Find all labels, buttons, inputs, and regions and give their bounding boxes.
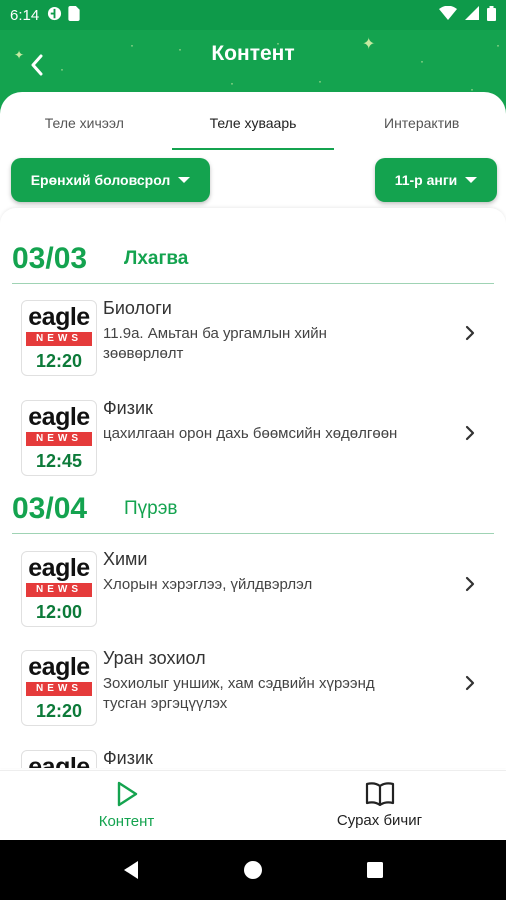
- filters: Ерөнхий боловсрол 11-р анги: [0, 158, 506, 204]
- play-icon: [117, 781, 137, 807]
- level-dropdown[interactable]: Ерөнхий боловсрол: [11, 158, 210, 202]
- subject-name: Уран зохиол: [103, 648, 206, 668]
- day-weekday: Пүрэв: [124, 497, 178, 519]
- back-triangle-icon: [124, 861, 138, 879]
- bottom-nav: Контент Сурах бичиг: [0, 770, 506, 840]
- day-weekday: Лхагва: [124, 247, 189, 269]
- chevron-right-icon: [465, 425, 475, 441]
- system-recents-button[interactable]: [360, 855, 390, 885]
- list-item[interactable]: eagle NEWS 12:45 Физик цахилгаан орон да…: [0, 388, 506, 484]
- level-dropdown-label: Ерөнхий боловсрол: [30, 172, 171, 188]
- logo-word: eagle: [28, 554, 90, 582]
- tab-bar: Теле хичээл Теле хуваарь Интерактив: [0, 92, 506, 150]
- chevron-down-icon: [465, 177, 478, 183]
- battery-icon: [487, 5, 496, 25]
- lesson-topic: 11.9а. Амьтан ба ургамлын хийн зөөвөрлөл…: [103, 325, 327, 362]
- chevron-right-icon: [465, 576, 475, 592]
- status-time: 6:14: [10, 6, 40, 24]
- status-bar: 6:14: [0, 0, 506, 30]
- system-nav-bar: [0, 840, 506, 900]
- nav-textbook[interactable]: Сурах бичиг: [253, 771, 506, 840]
- chevron-right-icon: [465, 675, 475, 691]
- subject-name: Биологи: [103, 298, 172, 318]
- sim-card-icon: [68, 5, 80, 25]
- chevron-down-icon: [178, 177, 191, 183]
- lesson-topic: цахилгаан орон дахь бөөмсийн хөдөлгөөн: [103, 425, 398, 442]
- nav-content[interactable]: Контент: [0, 771, 253, 840]
- logo-word: eagle: [28, 653, 90, 681]
- logo-band: NEWS: [26, 583, 92, 597]
- grade-dropdown[interactable]: 11-р анги: [375, 158, 497, 202]
- eagle-news-thumbnail: eagle NEWS: [21, 750, 97, 768]
- list-item[interactable]: eagle NEWS Физик: [0, 738, 506, 768]
- subject-name: Хими: [103, 549, 148, 569]
- system-home-button[interactable]: [238, 855, 268, 885]
- signal-icon: [465, 6, 479, 24]
- tab-tele-lesson[interactable]: Теле хичээл: [0, 92, 169, 150]
- list-item[interactable]: eagle NEWS 12:20 Биологи 11.9а. Амьтан б…: [0, 288, 506, 384]
- day-header: 03/04 Пүрэв: [12, 484, 494, 534]
- list-item[interactable]: eagle NEWS 12:20 Уран зохиол Зохиолыг ун…: [0, 638, 506, 734]
- system-back-button[interactable]: [116, 855, 146, 885]
- broadcast-time: 12:00: [35, 602, 83, 622]
- logo-word: eagle: [28, 303, 90, 331]
- tab-interactive[interactable]: Интерактив: [337, 92, 506, 150]
- broadcast-time: 12:20: [35, 351, 83, 371]
- eagle-news-thumbnail: eagle NEWS 12:00: [21, 551, 97, 627]
- logo-word: eagle: [28, 753, 90, 768]
- recents-square-icon: [367, 862, 383, 878]
- app-notification-icon: [47, 6, 62, 25]
- subject-name: Физик: [103, 398, 153, 418]
- day-date: 03/03: [12, 241, 88, 275]
- page-title: Контент: [211, 42, 295, 65]
- list-item[interactable]: eagle NEWS 12:00 Хими Хлорын хэрэглээ, ү…: [0, 539, 506, 635]
- wifi-icon: [439, 5, 457, 24]
- day-date: 03/04: [12, 491, 88, 525]
- grade-dropdown-label: 11-р анги: [394, 172, 458, 188]
- eagle-news-thumbnail: eagle NEWS 12:20: [21, 650, 97, 726]
- eagle-news-thumbnail: eagle NEWS 12:20: [21, 300, 97, 376]
- logo-band: NEWS: [26, 432, 92, 446]
- nav-textbook-label: Сурах бичиг: [336, 812, 423, 829]
- broadcast-time: 12:20: [35, 701, 83, 721]
- eagle-news-thumbnail: eagle NEWS 12:45: [21, 400, 97, 476]
- logo-band: NEWS: [26, 682, 92, 696]
- tab-tele-schedule[interactable]: Теле хуваарь: [169, 92, 338, 150]
- logo-word: eagle: [28, 403, 90, 431]
- lesson-topic: Зохиолыг уншиж, хам сэдвийн хүрээнд тусг…: [103, 675, 375, 712]
- chevron-right-icon: [465, 325, 475, 341]
- lesson-topic: Хлорын хэрэглээ, үйлдвэрлэл: [103, 576, 313, 593]
- schedule-list[interactable]: 03/03 Лхагва eagle NEWS 12:20 Биологи 11…: [0, 208, 506, 768]
- subject-name: Физик: [103, 748, 153, 768]
- day-header: 03/03 Лхагва: [12, 234, 494, 284]
- broadcast-time: 12:45: [35, 451, 83, 471]
- home-circle-icon: [244, 861, 262, 879]
- logo-band: NEWS: [26, 332, 92, 346]
- nav-content-label: Контент: [98, 813, 155, 830]
- book-icon: [365, 782, 394, 806]
